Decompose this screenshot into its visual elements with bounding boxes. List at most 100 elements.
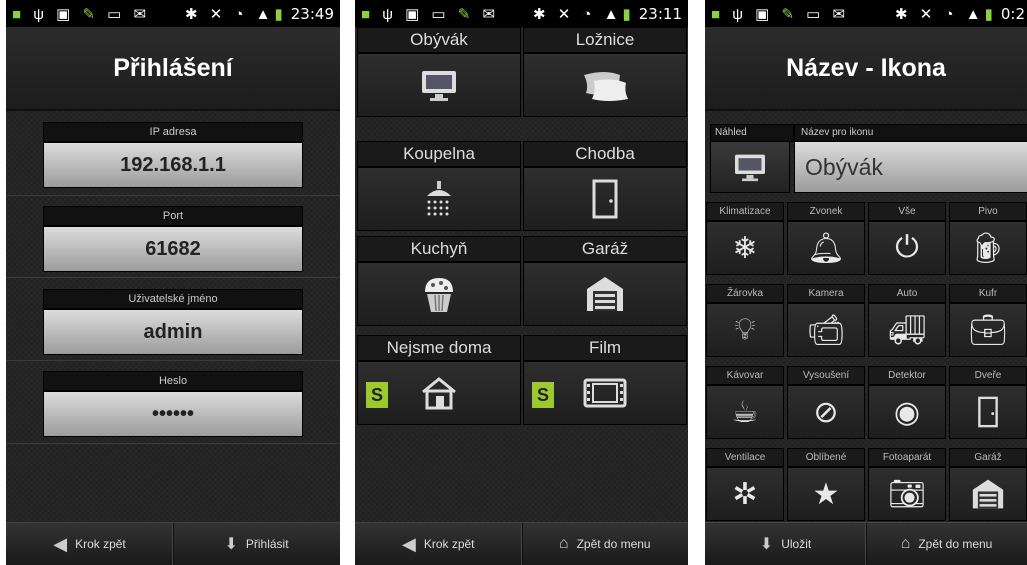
- preview-label: Náhled: [710, 124, 794, 142]
- download-icon: ⬇: [224, 536, 238, 553]
- icon-option[interactable]: Garáž: [949, 448, 1027, 521]
- divider: [6, 195, 340, 196]
- icon-option-label: Dveře: [949, 366, 1027, 385]
- icon-option-label: Vysoušení: [787, 366, 865, 385]
- ip-field: IP adresa 192.168.1.1: [43, 122, 303, 188]
- case-icon: 💼︎: [968, 313, 1008, 347]
- password-input[interactable]: ••••••: [43, 391, 303, 437]
- back-button[interactable]: ◀ Krok zpět: [6, 523, 174, 565]
- room-tile-chodba[interactable]: Chodba: [523, 141, 687, 231]
- icon-option-label: Fotoaparát: [868, 448, 946, 467]
- icon-option[interactable]: Ventilace ✲: [706, 448, 784, 521]
- room-label: Chodba: [523, 141, 687, 167]
- icon-option[interactable]: Kufr 💼︎: [949, 284, 1027, 357]
- shower-icon: [427, 181, 451, 216]
- room-icon-area: [357, 53, 521, 117]
- icon-option-label: Oblíbené: [787, 448, 865, 467]
- room-icon-area: [357, 167, 521, 231]
- icon-option[interactable]: Kamera 📹︎: [787, 284, 865, 357]
- house-icon: [422, 377, 456, 410]
- room-tile-koupelna[interactable]: Koupelna: [357, 141, 521, 231]
- bottom-bar: ◀ Krok zpět ⬇ Přihlásit: [6, 522, 340, 565]
- icon-option[interactable]: Fotoaparát 📷︎: [868, 448, 946, 521]
- room-label: Kuchyň: [357, 236, 521, 262]
- scene-badge: S: [532, 382, 554, 408]
- status-time: 23:11: [638, 5, 682, 23]
- icon-option-label: Auto: [868, 284, 946, 303]
- menu-button-label: Zpět do menu: [576, 537, 651, 551]
- home-icon: ⌂: [900, 535, 911, 552]
- home-icon: ⌂: [558, 535, 569, 552]
- room-tile-nejsme-doma[interactable]: Nejsme doma S: [357, 335, 521, 425]
- icon-option-label: Kufr: [949, 284, 1027, 303]
- icon-option[interactable]: Žárovka 💡︎: [706, 284, 784, 357]
- detector-icon: ◉: [893, 395, 921, 429]
- room-icon-area: [523, 167, 687, 231]
- icon-option[interactable]: Dveře: [949, 366, 1027, 439]
- icon-option-label: Žárovka: [706, 284, 784, 303]
- room-label: Ložnice: [523, 27, 687, 53]
- power-icon: ⏻: [895, 231, 919, 264]
- icon-option-label: Garáž: [949, 448, 1027, 467]
- bottom-bar: ◀ Krok zpět ⌂ Zpět do menu: [355, 522, 688, 565]
- username-field-label: Uživatelské jméno: [43, 289, 303, 309]
- icon-option[interactable]: Oblíbené ★: [787, 448, 865, 521]
- coffee-icon: ☕︎: [731, 395, 759, 429]
- icon-option[interactable]: Detektor ◉: [868, 366, 946, 439]
- divider: [6, 277, 340, 278]
- back-button[interactable]: ◀ Krok zpět: [355, 523, 523, 565]
- garage-icon: [972, 479, 1004, 509]
- ip-input[interactable]: 192.168.1.1: [43, 142, 303, 188]
- back-button-label: Krok zpět: [75, 537, 126, 551]
- room-label: Nejsme doma: [357, 335, 521, 361]
- port-field: Port 61682: [43, 206, 303, 272]
- room-label: Garáž: [523, 236, 687, 262]
- room-icon-area: [357, 262, 521, 326]
- room-tile-kuchyn[interactable]: Kuchyň: [357, 236, 521, 326]
- bell-icon: 🔔︎: [806, 231, 846, 265]
- status-icons-left: ■ ψ ▣ ▭ ✎ ✉: [361, 6, 500, 23]
- icon-option-label: Detektor: [868, 366, 946, 385]
- name-label: Název pro ikonu: [794, 124, 1027, 142]
- menu-button[interactable]: ⌂ Zpět do menu: [520, 523, 689, 565]
- login-button[interactable]: ⬇ Přihlásit: [172, 523, 340, 565]
- icon-option[interactable]: Auto 🚚︎: [868, 284, 946, 357]
- save-button-label: Uložit: [781, 537, 812, 551]
- icon-option[interactable]: Klimatizace ❄: [706, 202, 784, 275]
- status-icons-left: ■ ψ ▣ ✎ ▭ ✉: [12, 6, 151, 23]
- page-title: Přihlášení: [6, 27, 340, 111]
- room-icon-area: S: [357, 361, 521, 425]
- icon-editor-screen: ■ ψ ▣ ✎ ▭ ✉ ✱ ✕ ◔ ▲▮ 0:2 Název - Ikona Ná…: [705, 0, 1027, 565]
- status-bar: ■ ψ ▣ ✎ ▭ ✉ ✱ ✕ ◔ ▲▮ 0:2: [705, 0, 1027, 27]
- tv-icon: [735, 154, 765, 182]
- name-input[interactable]: Obývák: [794, 141, 1027, 193]
- icon-option[interactable]: Zvonek 🔔︎: [787, 202, 865, 275]
- room-icon-area: S: [523, 361, 687, 425]
- divider: [6, 360, 340, 361]
- username-input[interactable]: admin: [43, 309, 303, 355]
- save-button[interactable]: ⬇ Uložit: [705, 523, 867, 565]
- door-icon: [978, 396, 998, 428]
- icon-option[interactable]: Pivo 🍺︎: [949, 202, 1027, 275]
- login-screen: ■ ψ ▣ ✎ ▭ ✉ ✱ ✕ ◔ ▲▮ 23:49 Přihlášení IP …: [6, 0, 340, 565]
- port-input[interactable]: 61682: [43, 226, 303, 272]
- garage-icon: [587, 277, 623, 311]
- icon-option[interactable]: Kávovar ☕︎: [706, 366, 784, 439]
- icon-option-label: Klimatizace: [706, 202, 784, 221]
- icon-option-label: Vše: [868, 202, 946, 221]
- status-icons-right: ✱ ✕ ◔ ▲▮ 23:49: [184, 5, 334, 23]
- menu-button[interactable]: ⌂ Zpět do menu: [865, 523, 1027, 565]
- fan-icon: ✲: [732, 477, 758, 511]
- room-tile-film[interactable]: Film S: [523, 335, 687, 425]
- room-tile-loznice[interactable]: Ložnice: [523, 27, 687, 117]
- menu-button-label: Zpět do menu: [918, 537, 993, 551]
- icon-option[interactable]: Vysoušení ⊘: [787, 366, 865, 439]
- room-tile-obyvak[interactable]: Obývák: [357, 27, 521, 117]
- car-icon: 🚚︎: [887, 313, 927, 347]
- camera-icon: 📹︎: [806, 313, 846, 347]
- port-field-label: Port: [43, 206, 303, 226]
- icon-option[interactable]: Vše ⏻: [868, 202, 946, 275]
- arrow-left-icon: ◀: [401, 533, 416, 554]
- room-tile-garaz[interactable]: Garáž: [523, 236, 687, 326]
- scene-badge: S: [366, 382, 388, 408]
